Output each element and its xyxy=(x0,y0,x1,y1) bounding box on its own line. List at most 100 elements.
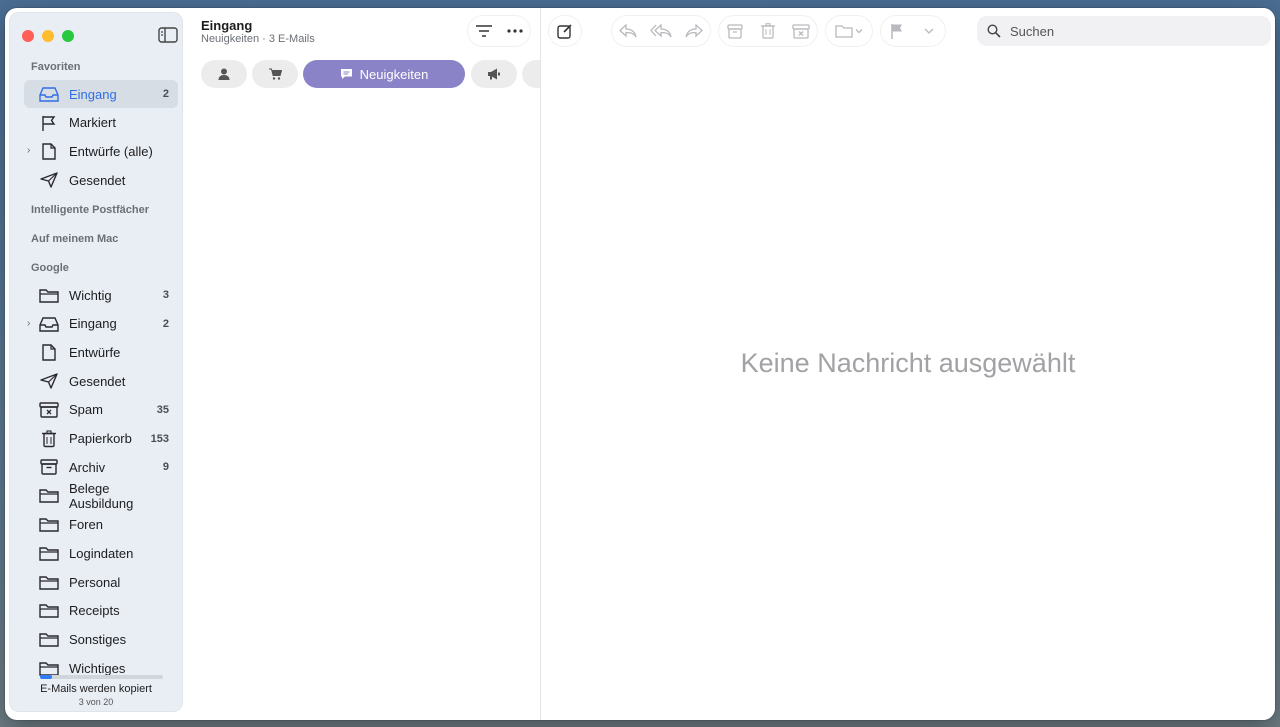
sidebar-item-google-gesendet[interactable]: Gesendet xyxy=(24,367,178,395)
unread-count: 2 xyxy=(162,88,169,100)
section-smart-mailboxes-title[interactable]: Intelligente Postfächer xyxy=(31,204,149,216)
no-message-selected-label: Keine Nachricht ausgewählt xyxy=(740,348,1076,378)
inbox-icon xyxy=(39,314,59,334)
sidebar-item-google-eingang[interactable]: › Eingang 2 xyxy=(24,310,178,338)
category-news-label: Neuigkeiten xyxy=(359,66,429,82)
sidebar-item-label: Receipts xyxy=(69,603,120,619)
sidebar-item-google-archiv[interactable]: Archiv 9 xyxy=(24,453,178,481)
reply-all-icon[interactable] xyxy=(648,18,674,44)
sidebar-item-google-logindaten[interactable]: Logindaten xyxy=(24,539,178,567)
folder-icon xyxy=(39,285,59,305)
copy-status-count: 3 von 20 xyxy=(78,697,114,707)
sidebar: Favoriten Eingang 2 Markiert › Entwürfe (all… xyxy=(9,12,183,712)
sidebar-item-entwurfe-alle[interactable]: › Entwürfe (alle) xyxy=(24,137,178,165)
section-google-title[interactable]: Google xyxy=(31,262,69,274)
disclosure-chevron-icon[interactable]: › xyxy=(27,145,30,156)
list-actions-group xyxy=(468,16,530,46)
sidebar-item-markiert[interactable]: Markiert xyxy=(24,109,178,137)
more-options-icon[interactable] xyxy=(502,18,528,44)
trash-icon xyxy=(39,429,59,449)
flag-icon[interactable] xyxy=(884,18,910,44)
mailbox-subtitle: Neuigkeiten · 3 E-Mails xyxy=(201,33,315,45)
sidebar-item-label: Wichtiges xyxy=(69,660,126,676)
message-list-pane: Eingang Neuigkeiten · 3 E-Mails Neuigkei… xyxy=(183,8,541,720)
junk-icon xyxy=(39,400,59,420)
sidebar-item-google-wichtig[interactable]: Wichtig 3 xyxy=(24,281,178,309)
forward-icon[interactable] xyxy=(681,18,707,44)
folder-icon xyxy=(39,543,59,563)
trash-icon[interactable] xyxy=(755,18,781,44)
sidebar-item-label: Entwürfe xyxy=(69,344,121,360)
reply-icon[interactable] xyxy=(615,18,641,44)
sidebar-item-google-spam[interactable]: Spam 35 xyxy=(24,396,178,424)
person-icon xyxy=(218,68,230,80)
archive-delete-group xyxy=(719,16,817,46)
copy-progress-fill xyxy=(40,675,53,679)
sidebar-item-label: Spam xyxy=(69,402,103,418)
zoom-window-button[interactable] xyxy=(62,30,74,42)
unread-count: 9 xyxy=(162,461,169,474)
sidebar-item-google-receipts[interactable]: Receipts xyxy=(24,597,178,625)
folder-icon xyxy=(39,486,59,506)
sidebar-item-label: Eingang xyxy=(69,316,117,332)
cart-icon xyxy=(268,68,282,80)
document-icon xyxy=(39,141,59,161)
sidebar-item-google-belege-ausbildung[interactable]: Belege Ausbildung xyxy=(24,481,178,511)
compose-group xyxy=(549,16,581,46)
close-window-button[interactable] xyxy=(22,30,34,42)
archive-icon xyxy=(39,457,59,477)
sidebar-item-label: Logindaten xyxy=(69,545,134,561)
document-icon xyxy=(39,342,59,362)
sidebar-item-label: Foren xyxy=(69,517,103,533)
unread-count: 153 xyxy=(150,432,169,445)
search-input[interactable] xyxy=(1008,22,1252,40)
mail-window: Favoriten Eingang 2 Markiert › Entwürfe (all… xyxy=(5,8,1275,720)
unread-count: 35 xyxy=(156,403,169,416)
category-person-button[interactable] xyxy=(201,60,247,88)
sidebar-item-google-personal[interactable]: Personal xyxy=(24,568,178,596)
sidebar-item-google-foren[interactable]: Foren xyxy=(24,511,178,539)
sidebar-item-label: Sonstiges xyxy=(69,631,127,647)
category-more-button[interactable] xyxy=(522,60,540,88)
folder-icon xyxy=(39,601,59,621)
sidebar-item-label: Personal xyxy=(69,574,121,590)
archive-icon[interactable] xyxy=(722,18,748,44)
sidebar-item-label: Gesendet xyxy=(69,172,126,188)
reply-group xyxy=(612,16,710,46)
chevron-down-icon[interactable] xyxy=(916,18,942,44)
sidebar-item-label: Archiv xyxy=(69,459,106,475)
move-group[interactable] xyxy=(826,16,872,46)
sidebar-item-label: Gesendet xyxy=(69,373,126,389)
inbox-icon xyxy=(39,84,59,104)
unread-count: 3 xyxy=(162,289,169,301)
sidebar-item-label: Eingang xyxy=(69,86,117,102)
section-favorites-title[interactable]: Favoriten xyxy=(31,61,81,73)
search-field[interactable] xyxy=(977,16,1271,46)
sidebar-item-label: Papierkorb xyxy=(69,431,132,446)
category-promotions-button[interactable] xyxy=(471,60,517,88)
sidebar-item-gesendet[interactable]: Gesendet xyxy=(24,166,178,194)
section-on-my-mac-title[interactable]: Auf meinem Mac xyxy=(31,233,118,245)
sidebar-item-google-sonstiges[interactable]: Sonstiges xyxy=(24,625,178,653)
disclosure-chevron-icon[interactable]: › xyxy=(27,318,30,329)
sidebar-item-google-entwurfe[interactable]: Entwürfe xyxy=(24,338,178,366)
folder-icon xyxy=(39,629,59,649)
unread-count: 2 xyxy=(162,317,169,330)
flag-icon xyxy=(39,113,59,133)
category-shopping-button[interactable] xyxy=(252,60,298,88)
sidebar-item-eingang[interactable]: Eingang 2 xyxy=(24,80,178,108)
sidebar-toggle-icon[interactable] xyxy=(158,27,178,43)
filter-icon[interactable] xyxy=(471,18,497,44)
compose-icon[interactable] xyxy=(552,18,578,44)
sidebar-item-label: Markiert xyxy=(69,115,116,131)
folder-icon xyxy=(39,515,59,535)
folder-move-icon[interactable] xyxy=(835,18,863,44)
sidebar-item-label: Entwürfe (alle) xyxy=(69,143,153,159)
paperplane-icon xyxy=(39,371,59,391)
minimize-window-button[interactable] xyxy=(42,30,54,42)
junk-icon[interactable] xyxy=(788,18,814,44)
sidebar-item-label: Wichtig xyxy=(69,287,112,303)
paperplane-icon xyxy=(39,170,59,190)
category-news-button[interactable]: Neuigkeiten xyxy=(303,60,465,88)
sidebar-item-google-papierkorb[interactable]: Papierkorb 153 xyxy=(24,425,178,453)
